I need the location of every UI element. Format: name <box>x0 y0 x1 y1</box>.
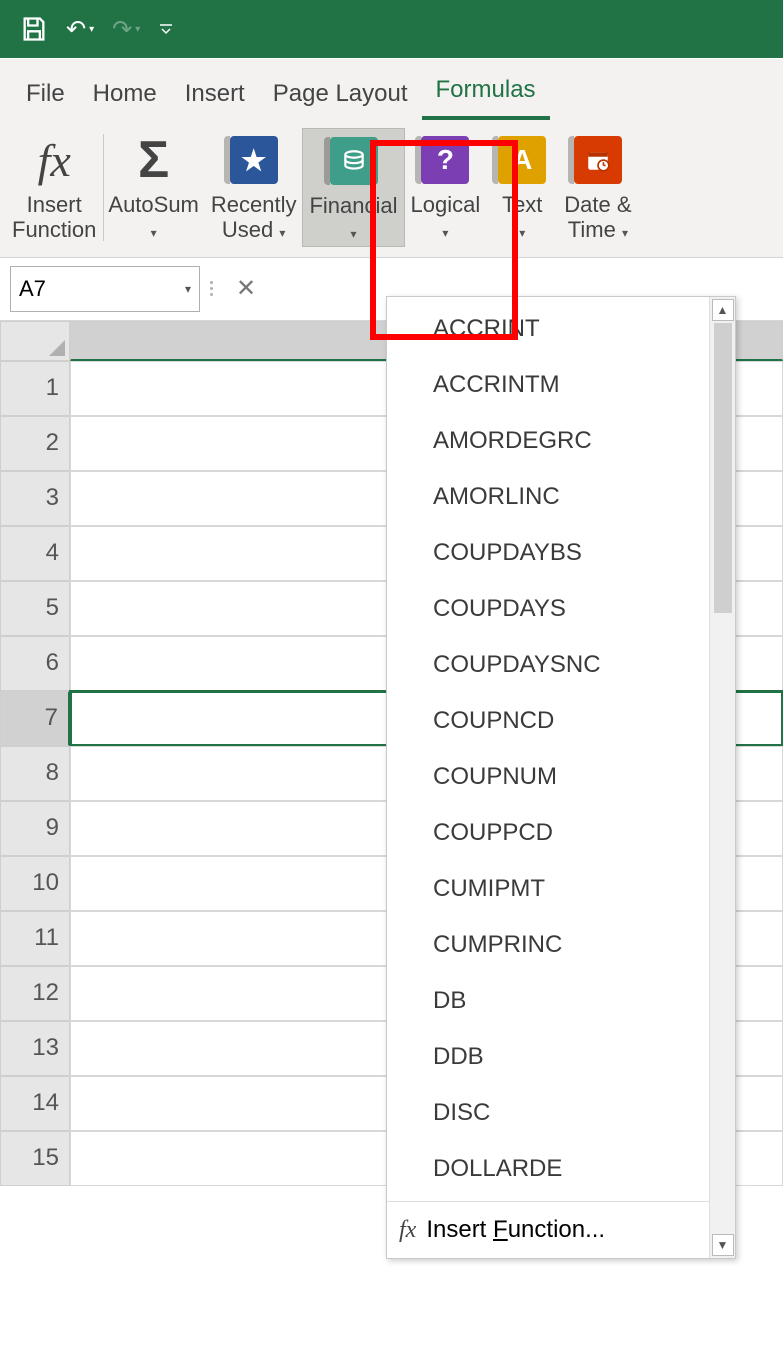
chevron-down-icon[interactable]: ▾ <box>185 282 191 296</box>
datetime-icon <box>574 136 622 184</box>
customize-icon <box>158 21 174 37</box>
financial-menu-item[interactable]: CUMIPMT <box>387 861 709 917</box>
row-header[interactable]: 8 <box>0 746 70 801</box>
row-header[interactable]: 3 <box>0 471 70 526</box>
financial-menu-item[interactable]: AMORDEGRC <box>387 413 709 469</box>
recently-used-button[interactable]: ★ Recently Used ▾ <box>205 128 303 247</box>
select-all-button[interactable] <box>0 321 70 361</box>
financial-menu-item[interactable]: DB <box>387 973 709 1029</box>
financial-menu-item[interactable]: COUPNCD <box>387 693 709 749</box>
row-header[interactable]: 4 <box>0 526 70 581</box>
redo-button: ↷▾ <box>112 15 140 44</box>
redo-icon: ↷ <box>112 15 132 44</box>
financial-menu-item[interactable]: AMORLINC <box>387 469 709 525</box>
customize-qat-button[interactable] <box>158 21 174 37</box>
financial-menu-item[interactable]: COUPPCD <box>387 805 709 861</box>
financial-menu-item[interactable]: DISC <box>387 1085 709 1141</box>
ribbon-formulas: fx Insert Function Σ AutoSum ▾ ★ Recently… <box>0 120 783 258</box>
undo-button[interactable]: ↶▾ <box>66 15 94 44</box>
tab-page-layout[interactable]: Page Layout <box>259 76 422 120</box>
cancel-formula-button[interactable]: ✕ <box>226 274 266 303</box>
row-header[interactable]: 12 <box>0 966 70 1021</box>
fx-icon: fx <box>38 134 71 187</box>
row-header[interactable]: 10 <box>0 856 70 911</box>
financial-dropdown: ACCRINTACCRINTMAMORDEGRCAMORLINCCOUPDAYB… <box>386 296 736 1259</box>
chevron-down-icon: ▾ <box>622 226 628 240</box>
financial-menu-item[interactable]: COUPNUM <box>387 749 709 805</box>
tab-home[interactable]: Home <box>79 76 171 120</box>
financial-menu-item[interactable]: ACCRINT <box>387 301 709 357</box>
logical-button[interactable]: ? Logical ▾ <box>405 128 487 247</box>
chevron-down-icon: ▾ <box>519 226 525 240</box>
financial-menu-list: ACCRINTACCRINTMAMORDEGRCAMORLINCCOUPDAYB… <box>387 297 709 1201</box>
row-header[interactable]: 1 <box>0 361 70 416</box>
recently-used-icon: ★ <box>230 136 278 184</box>
undo-icon: ↶ <box>66 15 86 44</box>
financial-menu-item[interactable]: CUMPRINC <box>387 917 709 973</box>
dropdown-scrollbar[interactable]: ▲ ▼ <box>709 297 735 1258</box>
chevron-down-icon: ▾ <box>279 226 285 240</box>
sigma-icon: Σ <box>138 130 169 190</box>
tab-file[interactable]: File <box>12 76 79 120</box>
insert-function-menu-item[interactable]: fx Insert Function... <box>387 1201 709 1258</box>
row-header[interactable]: 15 <box>0 1131 70 1186</box>
ribbon-tabstrip: File Home Insert Page Layout Formulas <box>0 58 783 120</box>
logical-label: Logical <box>411 192 481 217</box>
text-label: Text <box>502 192 542 217</box>
row-header[interactable]: 11 <box>0 911 70 966</box>
row-header[interactable]: 2 <box>0 416 70 471</box>
financial-menu-item[interactable]: COUPDAYSNC <box>387 637 709 693</box>
text-icon: A <box>498 136 546 184</box>
text-button[interactable]: A Text ▾ <box>486 128 558 247</box>
separator <box>210 281 216 296</box>
financial-label: Financial <box>309 193 397 218</box>
row-header[interactable]: 5 <box>0 581 70 636</box>
insert-function-label: Insert Function <box>12 192 96 243</box>
row-header[interactable]: 13 <box>0 1021 70 1076</box>
financial-icon <box>330 137 378 185</box>
chevron-down-icon: ▾ <box>442 226 448 240</box>
financial-menu-item[interactable]: ACCRINTM <box>387 357 709 413</box>
save-icon <box>20 15 48 43</box>
financial-menu-item[interactable]: COUPDAYBS <box>387 525 709 581</box>
chevron-down-icon: ▾ <box>89 24 94 35</box>
row-header[interactable]: 6 <box>0 636 70 691</box>
row-header[interactable]: 9 <box>0 801 70 856</box>
financial-menu-item[interactable]: DDB <box>387 1029 709 1085</box>
row-header[interactable]: 7 <box>0 691 70 746</box>
insert-function-footer-label: Insert Function... <box>426 1216 605 1244</box>
quick-access-toolbar: ↶▾ ↷▾ <box>0 0 783 58</box>
datetime-button[interactable]: Date & Time ▾ <box>558 128 637 247</box>
chevron-down-icon: ▾ <box>151 226 157 240</box>
name-box-value: A7 <box>19 276 46 302</box>
fx-icon: fx <box>399 1217 416 1244</box>
logical-icon: ? <box>421 136 469 184</box>
tab-formulas[interactable]: Formulas <box>422 72 550 120</box>
row-header[interactable]: 14 <box>0 1076 70 1131</box>
scroll-down-button[interactable]: ▼ <box>712 1234 734 1256</box>
financial-menu-item[interactable]: COUPDAYS <box>387 581 709 637</box>
tab-insert[interactable]: Insert <box>171 76 259 120</box>
close-icon: ✕ <box>236 275 256 302</box>
autosum-button[interactable]: Σ AutoSum ▾ <box>102 128 205 247</box>
save-button[interactable] <box>20 15 48 43</box>
financial-menu-item[interactable]: DOLLARDE <box>387 1141 709 1197</box>
chevron-down-icon: ▾ <box>350 227 356 241</box>
chevron-down-icon: ▾ <box>135 24 140 35</box>
insert-function-button[interactable]: fx Insert Function <box>6 128 102 247</box>
financial-button[interactable]: Financial ▾ <box>302 128 404 247</box>
scroll-thumb[interactable] <box>714 323 732 613</box>
name-box[interactable]: A7 ▾ <box>10 266 200 312</box>
autosum-label: AutoSum <box>108 192 199 217</box>
scroll-up-button[interactable]: ▲ <box>712 299 734 321</box>
